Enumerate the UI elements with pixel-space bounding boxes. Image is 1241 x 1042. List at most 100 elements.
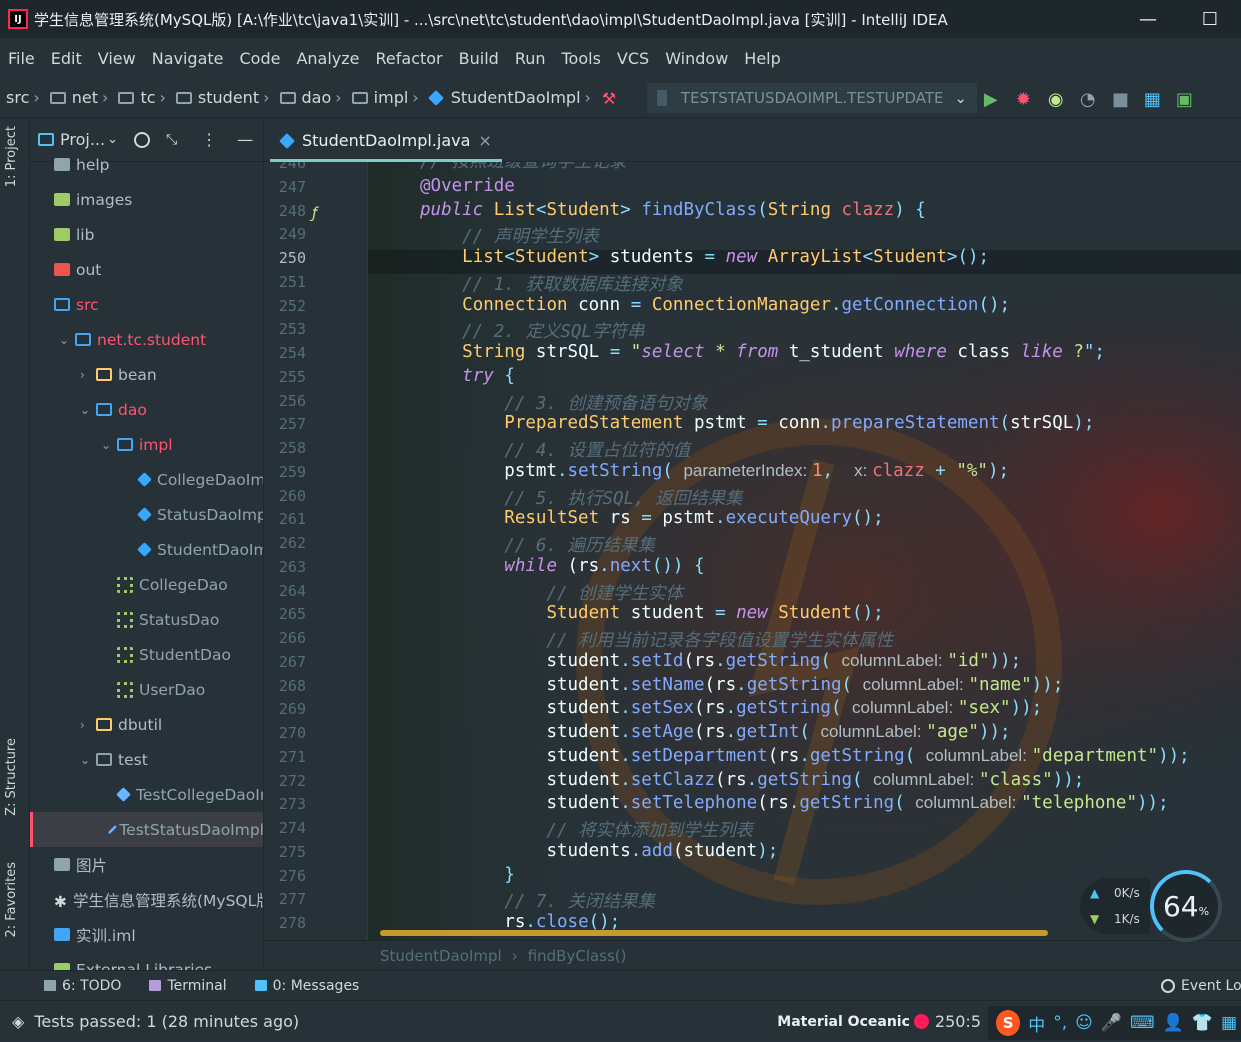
- theme-indicator[interactable]: Material Oceanic: [777, 1014, 910, 1030]
- breadcrumb-net[interactable]: net ›: [49, 88, 113, 107]
- project-structure-icon[interactable]: ▦: [1144, 89, 1162, 110]
- tree-item[interactable]: › bean: [80, 357, 157, 392]
- build-hammer-icon[interactable]: ⚒: [602, 89, 620, 108]
- profile-icon[interactable]: ◔: [1080, 89, 1098, 110]
- tree-item[interactable]: StatusDao: [101, 602, 219, 637]
- code-line: student.setSex(rs.getString( columnLabel…: [546, 698, 1043, 719]
- close-tab-icon[interactable]: ×: [478, 131, 491, 150]
- menu-item-tools[interactable]: Tools: [554, 49, 609, 68]
- tree-item[interactable]: StudentDaoImpl: [122, 532, 263, 567]
- ime-user-icon[interactable]: 👤: [1163, 1013, 1184, 1033]
- tree-item[interactable]: › dbutil: [80, 707, 162, 742]
- title-bar: IJ 学生信息管理系统(MySQL版) [A:\作业\tc\java1\实训] …: [0, 0, 1241, 38]
- tree-item[interactable]: images: [38, 182, 132, 217]
- menu-item-vcs[interactable]: VCS: [609, 49, 657, 68]
- tree-item[interactable]: TestStatusDaoImpl: [30, 812, 263, 847]
- tree-item[interactable]: out: [38, 252, 101, 287]
- chevron-down-icon[interactable]: ⌄: [107, 132, 118, 147]
- breadcrumb-student[interactable]: student ›: [175, 88, 274, 107]
- menu-item-file[interactable]: File: [0, 49, 43, 68]
- menu-item-refactor[interactable]: Refactor: [368, 49, 451, 68]
- todo-icon: [44, 980, 56, 991]
- terminal-tool-button[interactable]: Terminal: [149, 978, 227, 994]
- horizontal-scrollbar[interactable]: [380, 930, 1048, 936]
- tree-item[interactable]: ⌄ test: [80, 742, 148, 777]
- tree-item[interactable]: CollegeDao: [101, 567, 228, 602]
- chevron-down-icon[interactable]: ⌄: [59, 333, 71, 347]
- editor-crumb-class[interactable]: StudentDaoImpl: [380, 947, 502, 965]
- library-folder-icon: [54, 228, 70, 241]
- maximize-button[interactable]: ☐: [1179, 9, 1241, 30]
- tab-studentdaoimpl[interactable]: StudentDaoImpl.java ×: [270, 122, 502, 162]
- tree-item[interactable]: ⌄ dao: [80, 392, 147, 427]
- ime-toolbox-icon[interactable]: ▦: [1221, 1013, 1237, 1033]
- event-log-button[interactable]: Event Log: [1161, 978, 1241, 994]
- run-configuration-selector[interactable]: TESTSTATUSDAOIMPL.TESTUPDATE ⌄: [646, 82, 977, 113]
- messages-tool-button[interactable]: 0: Messages: [254, 977, 360, 994]
- run-icon[interactable]: ▶: [984, 89, 1002, 110]
- chevron-right-icon[interactable]: ›: [80, 718, 92, 732]
- breadcrumb-tc[interactable]: tc ›: [118, 88, 169, 107]
- breadcrumb-src[interactable]: src ›: [6, 88, 44, 107]
- chevron-right-icon[interactable]: ›: [80, 368, 92, 382]
- ime-voice-icon[interactable]: 🎤: [1101, 1013, 1122, 1033]
- code-editor[interactable]: 246 247 248 249 250 251 252 253 254 255 256 257 258 2…: [264, 162, 1241, 940]
- status-message[interactable]: Tests passed: 1 (28 minutes ago): [34, 1012, 299, 1031]
- todo-tool-button[interactable]: 6: TODO: [44, 978, 121, 994]
- tree-item[interactable]: External Libraries: [38, 952, 212, 970]
- hide-panel-icon[interactable]: —: [237, 130, 253, 149]
- chevron-down-icon[interactable]: ⌄: [80, 403, 92, 417]
- messages-label: 0: Messages: [272, 977, 360, 994]
- tree-item[interactable]: CollegeDaoImpl: [122, 462, 263, 497]
- layers-icon[interactable]: ◈: [12, 1012, 24, 1031]
- terminal-icon[interactable]: ▣: [1176, 89, 1194, 110]
- tree-item[interactable]: lib: [38, 217, 94, 252]
- tree-item[interactable]: src: [38, 287, 99, 322]
- tree-item[interactable]: UserDao: [101, 672, 205, 707]
- caret-position[interactable]: 250:5: [935, 1012, 981, 1031]
- more-options-icon[interactable]: ⋮: [201, 130, 217, 149]
- cpu-usage-gauge[interactable]: 64%: [1150, 870, 1222, 942]
- editor-crumb-method[interactable]: findByClass(): [528, 947, 627, 965]
- menu-item-build[interactable]: Build: [451, 49, 507, 68]
- ime-skin-icon[interactable]: 👕: [1192, 1013, 1213, 1033]
- ime-keyboard-icon[interactable]: ⌨: [1130, 1013, 1155, 1033]
- collapse-all-icon[interactable]: ⤡: [166, 132, 177, 148]
- project-tool-tab[interactable]: 1: Project: [4, 126, 19, 187]
- coverage-icon[interactable]: ◉: [1048, 89, 1066, 110]
- tree-item[interactable]: 实训.iml: [38, 917, 136, 952]
- favorites-tool-tab[interactable]: 2: Favorites: [4, 862, 19, 938]
- menu-item-window[interactable]: Window: [657, 49, 736, 68]
- structure-tool-tab[interactable]: Z: Structure: [4, 738, 19, 816]
- breadcrumb-dao[interactable]: dao ›: [279, 88, 346, 107]
- menu-item-help[interactable]: Help: [736, 49, 788, 68]
- tree-item[interactable]: StudentDao: [101, 637, 231, 672]
- ime-emoji-icon[interactable]: ☺: [1075, 1013, 1093, 1033]
- chevron-down-icon[interactable]: ⌄: [101, 438, 113, 452]
- tree-item[interactable]: TestCollegeDaoImp: [101, 777, 263, 812]
- tree-item[interactable]: help: [38, 147, 110, 182]
- tree-item[interactable]: ⌄ net.tc.student: [59, 322, 206, 357]
- tree-item[interactable]: ✱ 学生信息管理系统(MySQL版)V: [38, 882, 263, 917]
- minimize-button[interactable]: —: [1117, 9, 1179, 30]
- stop-icon[interactable]: ■: [1112, 89, 1130, 110]
- sogou-logo-icon[interactable]: S: [996, 1010, 1021, 1036]
- ime-chinese-mode-icon[interactable]: 中: [1028, 1011, 1045, 1036]
- menu-item-run[interactable]: Run: [507, 49, 554, 68]
- breadcrumb-studentdaoimpl[interactable]: StudentDaoImpl ›: [427, 88, 595, 107]
- ime-punctuation-icon[interactable]: °,: [1053, 1013, 1067, 1033]
- tree-item[interactable]: ⌄ impl: [101, 427, 173, 462]
- breadcrumb-impl[interactable]: impl ›: [351, 88, 423, 107]
- tree-item[interactable]: StatusDaoImpl: [122, 497, 263, 532]
- menu-item-navigate[interactable]: Navigate: [144, 49, 232, 68]
- line-number: 277: [278, 890, 306, 909]
- override-marker-icon[interactable]: ƒ: [312, 204, 317, 222]
- tree-item[interactable]: 图片: [38, 847, 107, 882]
- menu-item-code[interactable]: Code: [232, 49, 289, 68]
- menu-item-view[interactable]: View: [90, 49, 144, 68]
- chevron-down-icon[interactable]: ⌄: [80, 753, 92, 767]
- menu-item-edit[interactable]: Edit: [43, 49, 90, 68]
- debug-icon[interactable]: ✹: [1016, 89, 1034, 110]
- menu-item-analyze[interactable]: Analyze: [288, 49, 367, 68]
- locate-icon[interactable]: [134, 131, 150, 148]
